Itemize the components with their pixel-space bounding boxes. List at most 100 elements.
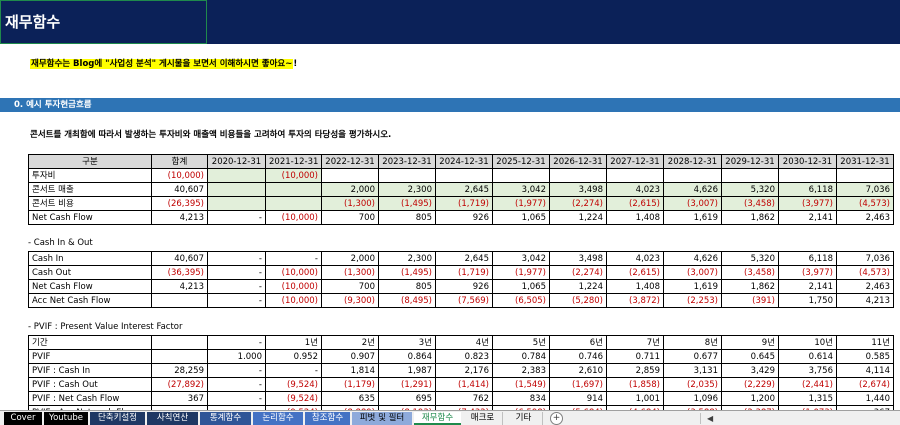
sheet-tab-11[interactable]: 기타 — [505, 412, 543, 425]
table-cell[interactable]: (9,524) — [265, 377, 322, 392]
table-cell[interactable]: 2024-12-31 — [435, 154, 493, 169]
table-cell[interactable]: (1,697) — [549, 377, 607, 392]
table-cell[interactable]: 1,814 — [321, 363, 379, 378]
table-cell[interactable]: (3,872) — [606, 293, 664, 308]
table-cell[interactable]: 11년 — [836, 335, 894, 350]
sheet-tab-7[interactable]: 참조함수 — [305, 412, 350, 425]
table-cell[interactable]: (1,858) — [606, 377, 664, 392]
table-cell[interactable]: 6,118 — [778, 182, 837, 197]
table-cell[interactable]: 2023-12-31 — [378, 154, 436, 169]
table-cell[interactable] — [151, 335, 208, 350]
table-cell[interactable] — [207, 196, 266, 211]
table-cell[interactable]: 합계 — [151, 154, 208, 169]
table-cell[interactable]: (3,458) — [721, 196, 779, 211]
table-cell[interactable]: 805 — [378, 279, 436, 294]
table-cell[interactable]: 367 — [151, 391, 208, 406]
table-cell[interactable]: - — [207, 391, 266, 406]
table-cell[interactable]: 40,607 — [151, 182, 208, 197]
table-cell[interactable]: (1,495) — [378, 265, 436, 280]
table-cell[interactable] — [207, 168, 266, 183]
table-cell[interactable]: 6년 — [549, 335, 607, 350]
table-cell[interactable]: 926 — [435, 279, 493, 294]
row-label-cell[interactable]: PVIF — [28, 349, 152, 364]
table-cell[interactable]: 2,645 — [435, 251, 493, 266]
table-cell[interactable]: 10년 — [778, 335, 837, 350]
table-cell[interactable]: 7년 — [606, 335, 664, 350]
table-cell[interactable] — [151, 293, 208, 308]
table-cell[interactable]: 4년 — [435, 335, 493, 350]
row-label-cell[interactable]: Cash Out — [28, 265, 152, 280]
table-cell[interactable]: - — [207, 210, 266, 225]
table-cell[interactable]: 0.746 — [549, 349, 607, 364]
table-cell[interactable]: 3,042 — [492, 251, 550, 266]
table-cell[interactable]: 0.711 — [606, 349, 664, 364]
table-cell[interactable]: 5,320 — [721, 251, 779, 266]
page-title[interactable]: 재무함수 — [0, 0, 207, 44]
table-cell[interactable]: 7,036 — [836, 251, 894, 266]
table-cell[interactable]: (10,000) — [151, 168, 208, 183]
table-cell[interactable]: (2,253) — [663, 293, 722, 308]
table-cell[interactable]: (9,524) — [265, 391, 322, 406]
table-cell[interactable]: (10,000) — [265, 168, 322, 183]
row-label-cell[interactable]: PVIF : Net Cash Flow — [28, 391, 152, 406]
table-cell[interactable]: (2,274) — [549, 265, 607, 280]
table-cell[interactable] — [207, 182, 266, 197]
table-cell[interactable]: 9년 — [721, 335, 779, 350]
table-cell[interactable]: 635 — [321, 391, 379, 406]
table-cell[interactable] — [606, 168, 664, 183]
table-cell[interactable]: (2,674) — [836, 377, 894, 392]
table-cell[interactable] — [721, 168, 779, 183]
table-cell[interactable]: (2,615) — [606, 265, 664, 280]
table-cell[interactable]: 700 — [321, 210, 379, 225]
table-cell[interactable]: 1,408 — [606, 279, 664, 294]
table-cell[interactable]: (2,229) — [721, 377, 779, 392]
table-cell[interactable]: (8,495) — [378, 293, 436, 308]
table-cell[interactable]: 1,224 — [549, 279, 607, 294]
table-cell[interactable]: 0.614 — [778, 349, 837, 364]
table-cell[interactable]: 0.645 — [721, 349, 779, 364]
table-cell[interactable] — [549, 168, 607, 183]
table-cell[interactable]: 914 — [549, 391, 607, 406]
table-cell[interactable]: 700 — [321, 279, 379, 294]
table-cell[interactable]: 695 — [378, 391, 436, 406]
table-cell[interactable]: 1,096 — [663, 391, 722, 406]
table-cell[interactable]: 0.585 — [836, 349, 894, 364]
table-cell[interactable]: 3,498 — [549, 182, 607, 197]
table-cell[interactable]: - — [265, 363, 322, 378]
table-cell[interactable]: 2,463 — [836, 279, 894, 294]
table-cell[interactable]: - — [207, 335, 266, 350]
table-cell[interactable]: 2,463 — [836, 210, 894, 225]
table-cell[interactable]: 834 — [492, 391, 550, 406]
table-cell[interactable]: 2029-12-31 — [721, 154, 779, 169]
sheet-tab-5[interactable]: 통계함수 — [200, 412, 251, 425]
row-label-cell[interactable]: 구분 — [28, 154, 152, 169]
table-cell[interactable]: (391) — [721, 293, 779, 308]
table-cell[interactable]: 1,750 — [778, 293, 837, 308]
row-label-cell[interactable]: Cash In — [28, 251, 152, 266]
table-cell[interactable]: (4,573) — [836, 196, 894, 211]
table-cell[interactable]: 2,859 — [606, 363, 664, 378]
table-cell[interactable]: (1,977) — [492, 265, 550, 280]
table-cell[interactable] — [378, 168, 436, 183]
row-label-cell[interactable]: Net Cash Flow — [28, 279, 152, 294]
table-cell[interactable]: (3,007) — [663, 265, 722, 280]
table-cell[interactable]: (1,291) — [378, 377, 436, 392]
scroll-left-icon[interactable]: ◀ — [707, 413, 713, 424]
add-sheet-button[interactable]: + — [550, 412, 563, 425]
table-cell[interactable]: 1,987 — [378, 363, 436, 378]
table-cell[interactable]: 805 — [378, 210, 436, 225]
table-cell[interactable]: (6,505) — [492, 293, 550, 308]
table-cell[interactable]: (7,569) — [435, 293, 493, 308]
table-cell[interactable]: 1.000 — [207, 349, 266, 364]
table-cell[interactable] — [836, 168, 894, 183]
table-cell[interactable]: 2,645 — [435, 182, 493, 197]
table-cell[interactable]: 0.952 — [265, 349, 322, 364]
table-cell[interactable]: 2,300 — [378, 182, 436, 197]
row-label-cell[interactable]: Net Cash Flow — [28, 210, 152, 225]
table-cell[interactable]: 2,000 — [321, 251, 379, 266]
table-cell[interactable]: (3,977) — [778, 196, 837, 211]
table-cell[interactable]: 2031-12-31 — [836, 154, 894, 169]
table-cell[interactable]: 2021-12-31 — [265, 154, 322, 169]
table-cell[interactable]: 8년 — [663, 335, 722, 350]
table-cell[interactable] — [435, 168, 493, 183]
